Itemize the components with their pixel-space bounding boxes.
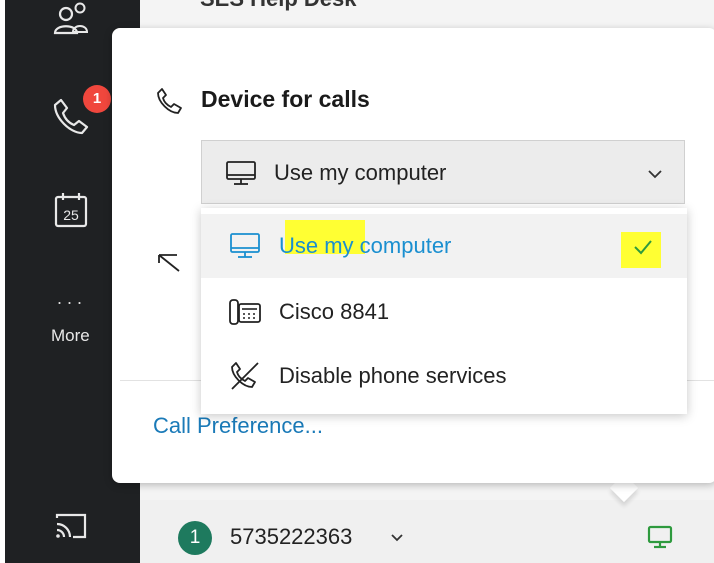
chevron-down-icon	[648, 170, 662, 179]
menu-item-label: Disable phone services	[279, 363, 507, 388]
chevron-down-icon[interactable]	[390, 533, 404, 543]
phone-number[interactable]: 5735222363	[230, 524, 352, 550]
check-icon	[634, 240, 652, 255]
menu-item-label: Use my computer	[279, 233, 452, 258]
menu-item-disable-phone-services[interactable]: Disable phone services	[201, 344, 687, 408]
line-badge: 1	[178, 521, 212, 555]
arrow-icon	[158, 254, 180, 272]
monitor-icon	[226, 161, 256, 185]
contacts-icon[interactable]	[51, 0, 91, 40]
missed-calls-badge: 1	[83, 85, 111, 113]
selected-device-label: Use my computer	[274, 160, 447, 185]
status-bar	[140, 500, 714, 563]
call-preference-link[interactable]: Call Preference...	[153, 413, 323, 439]
phone-off-icon	[231, 362, 259, 390]
calendar-icon[interactable]: 25	[51, 190, 91, 230]
device-select[interactable]: Use my computer	[201, 140, 685, 204]
cast-icon[interactable]	[51, 506, 91, 546]
calendar-day: 25	[63, 207, 79, 223]
background-header: SES Help Desk	[200, 0, 357, 12]
desk-phone-icon	[229, 299, 261, 325]
more-label[interactable]: More	[51, 326, 90, 346]
menu-item-use-my-computer[interactable]: Use my computer	[201, 214, 687, 278]
monitor-icon[interactable]	[645, 522, 675, 552]
phone-icon	[157, 88, 182, 114]
menu-item-cisco-8841[interactable]: Cisco 8841	[201, 280, 687, 344]
monitor-icon	[230, 233, 260, 258]
menu-item-label: Cisco 8841	[279, 299, 390, 324]
device-dropdown-menu: Use my computer Cisco 8841 Disable phone…	[201, 208, 687, 414]
more-icon[interactable]: ...	[57, 288, 87, 309]
popover-title: Device for calls	[201, 86, 370, 112]
